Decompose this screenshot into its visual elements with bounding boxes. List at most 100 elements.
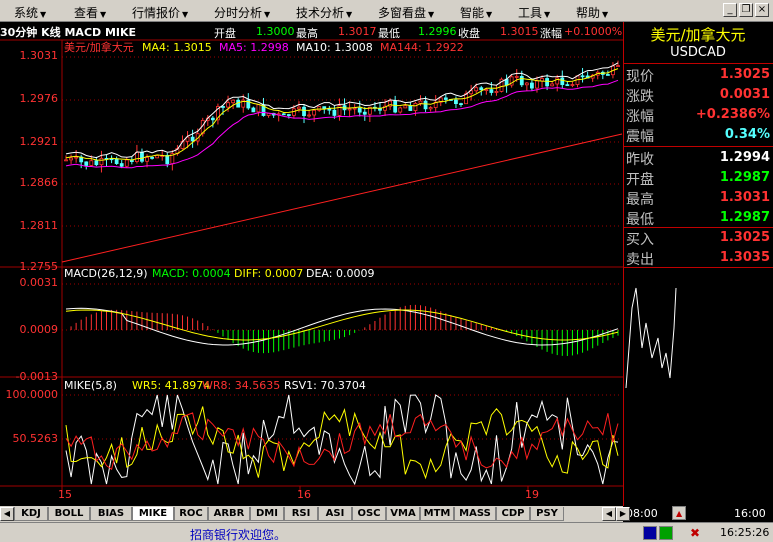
tab-rsi[interactable]: RSI — [284, 507, 318, 521]
candle-body — [519, 76, 524, 86]
menu-item[interactable]: 技术分析 ▼ — [296, 4, 352, 21]
quote-label: 昨收 — [626, 152, 654, 168]
date-tick: 16 — [297, 488, 311, 501]
tab-arbr[interactable]: ARBR — [208, 507, 250, 521]
candle-body — [119, 163, 124, 167]
price-tick: 1.2811 — [19, 219, 59, 232]
menu-bar: 系统 ▼ 查看 ▼ 行情报价 ▼ 分时分析 ▼ 技术分析 ▼ 多窗看盘 ▼ 智能 ▼ 工具 ▼ 帮助 ▼ _ ❐ … — [0, 0, 773, 22]
tab-psy[interactable]: PSY — [530, 507, 564, 521]
candle-body — [530, 82, 534, 89]
close-label: 收盘 — [458, 27, 480, 40]
tab-osc[interactable]: OSC — [352, 507, 386, 521]
quote-row: 震幅 0.34% — [624, 125, 772, 145]
ma10-line — [65, 79, 619, 169]
candle-body — [550, 83, 555, 87]
candle-body — [403, 105, 408, 109]
quote-row: 最低 1.2987 — [624, 208, 772, 228]
candle-body — [99, 157, 104, 166]
candle-body — [89, 160, 94, 166]
candle-body — [307, 114, 311, 117]
candle-body — [362, 111, 367, 115]
ma10-legend: MA10: 1.3008 — [296, 41, 373, 54]
macd-tick: 0.0031 — [19, 276, 59, 289]
menu-item[interactable]: 智能 ▼ — [460, 4, 492, 21]
candle-body — [312, 109, 317, 116]
quote-row: 开盘 1.2987 — [624, 168, 772, 188]
tab-mass[interactable]: MASS — [454, 507, 496, 521]
ma4-legend: MA4: 1.3015 — [142, 41, 212, 54]
status-bar: 招商银行欢迎您。 ✖ 16:25:26 — [0, 522, 773, 542]
tab-mtm[interactable]: MTM — [420, 507, 454, 521]
dropdown-arrow-icon: ▼ — [428, 10, 435, 19]
tab-scroll-left-2[interactable]: ◀ — [602, 507, 616, 521]
quote-value: 1.3025 — [719, 230, 770, 245]
candle-body — [150, 157, 154, 159]
rsv1-value: RSV1: 70.3704 — [284, 379, 366, 392]
macd-value: MACD: 0.0004 — [152, 267, 231, 280]
tab-kdj[interactable]: KDJ — [14, 507, 48, 521]
price-tick: 1.2921 — [19, 135, 59, 148]
menu-item[interactable]: 多窗看盘 ▼ — [378, 4, 434, 21]
menu-item[interactable]: 帮助 ▼ — [576, 4, 608, 21]
date-tick: 15 — [58, 488, 72, 501]
candle-body — [423, 100, 428, 110]
tab-cdp[interactable]: CDP — [496, 507, 530, 521]
candle-body — [226, 102, 230, 108]
tab-boll[interactable]: BOLL — [48, 507, 90, 521]
candle-body — [565, 84, 570, 87]
tab-bias[interactable]: BIAS — [90, 507, 132, 521]
instrument-name: 美元/加拿大元 — [650, 26, 746, 44]
candle-body — [74, 156, 79, 159]
tab-scroll-left[interactable]: ◀ — [0, 507, 14, 521]
tab-asi[interactable]: ASI — [318, 507, 352, 521]
menu-item[interactable]: 工具 ▼ — [518, 4, 550, 21]
menu-item[interactable]: 分时分析 ▼ — [214, 4, 270, 21]
tab-dmi[interactable]: DMI — [250, 507, 284, 521]
ma144-legend: MA144: 1.2922 — [380, 41, 464, 54]
macd-legend-name: MACD(26,12,9) — [64, 267, 148, 280]
candle-body — [145, 157, 149, 162]
candle-body — [474, 87, 479, 92]
menu-item[interactable]: 系统 ▼ — [14, 4, 46, 21]
menu-item[interactable]: 查看 ▼ — [74, 4, 106, 21]
tab-mike[interactable]: MIKE — [132, 507, 174, 521]
tab-roc[interactable]: ROC — [174, 507, 208, 521]
quote-label: 涨跌 — [626, 89, 654, 105]
kline-chart[interactable]: 30分钟 K线 MACD MIKE 开盘 1.3000 最高 1.3017 最低… — [0, 22, 623, 506]
candle-body — [479, 87, 484, 91]
tab-scroll-right[interactable]: ▶ — [616, 507, 630, 521]
candle-body — [413, 102, 418, 111]
candle-body — [210, 117, 215, 121]
dropdown-arrow-icon: ▼ — [346, 10, 353, 19]
quote-label: 涨幅 — [626, 109, 654, 125]
candle-body — [347, 108, 352, 111]
intraday-line — [625, 287, 677, 389]
restore-button[interactable]: ❐ — [739, 3, 753, 17]
candle-body — [535, 80, 539, 89]
quote-row: 现价 1.3025 — [624, 65, 772, 85]
quote-label: 买入 — [626, 232, 654, 248]
network-icon — [643, 526, 657, 540]
menu-item[interactable]: 行情报价 ▼ — [132, 4, 188, 21]
time-start: 08:00 — [626, 507, 658, 520]
wr8-line — [65, 412, 619, 471]
candle-body — [281, 113, 286, 116]
candle-body — [165, 155, 170, 165]
ma5-legend: MA5: 1.2998 — [219, 41, 289, 54]
tab-vma[interactable]: VMA — [386, 507, 420, 521]
ma4-line — [65, 62, 619, 159]
candle-body — [317, 106, 322, 111]
macd-tick: 0.0009 — [19, 323, 59, 336]
candle-body — [428, 107, 433, 110]
quote-label: 卖出 — [626, 252, 654, 268]
high-value: 1.3017 — [338, 25, 377, 38]
close-button[interactable]: × — [755, 3, 769, 17]
mike-tick: 50.5263 — [12, 432, 59, 445]
minimize-button[interactable]: _ — [723, 3, 737, 17]
candle-body — [408, 105, 413, 111]
candle-body — [459, 103, 463, 106]
price-tick: 1.2976 — [19, 92, 59, 105]
quote-row: 买入 1.3025 — [624, 228, 772, 248]
candle-body — [418, 100, 423, 104]
dropdown-arrow-icon: ▼ — [182, 10, 189, 19]
